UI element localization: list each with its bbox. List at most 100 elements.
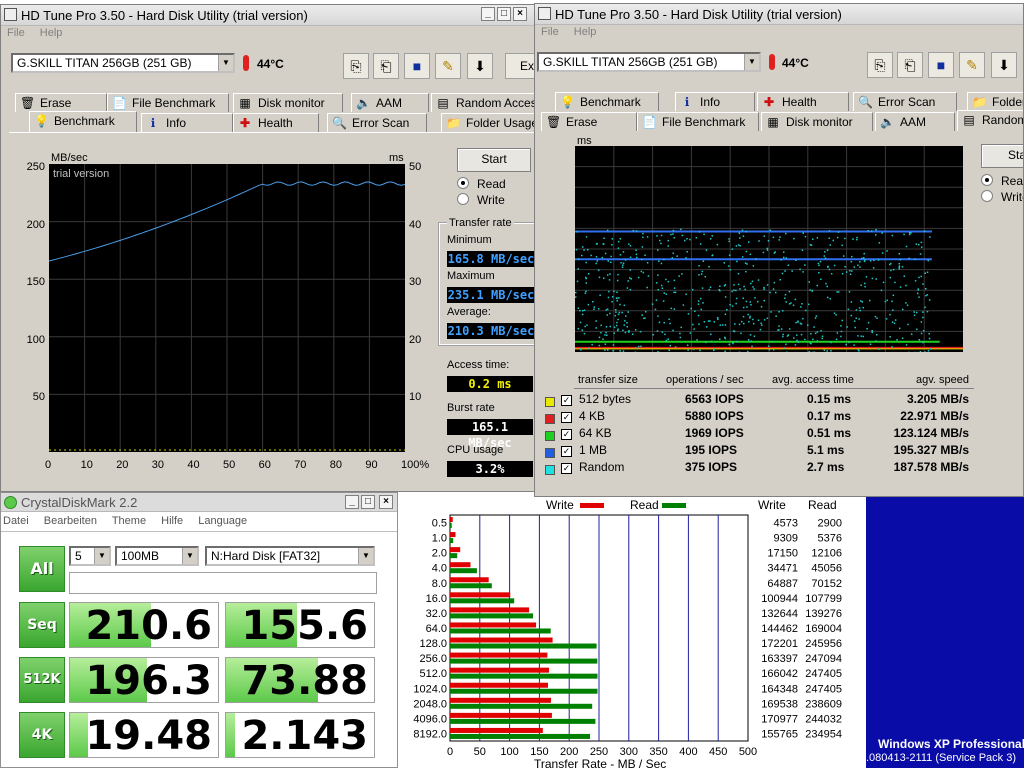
tab-error-scan[interactable]: 🔍Error Scan	[327, 113, 427, 132]
category-label: 4096.0	[413, 713, 447, 725]
random-point	[675, 346, 677, 348]
close-button[interactable]: ×	[513, 7, 527, 21]
4k-button[interactable]: 4K	[19, 712, 65, 758]
series-checkbox[interactable]: ✓	[561, 463, 572, 474]
random-point	[618, 314, 620, 316]
random-point	[662, 288, 664, 290]
random-point	[585, 262, 587, 264]
512k-button[interactable]: 512K	[19, 657, 65, 703]
tab-random-access[interactable]: ▤Random Access	[431, 93, 536, 112]
start-button[interactable]: Start	[981, 144, 1024, 168]
tab-erase[interactable]: 🗑Erase	[541, 112, 637, 131]
copy-all-icon[interactable]: ⎗	[373, 53, 399, 79]
write-radio[interactable]: Write	[981, 190, 1024, 204]
title-bar[interactable]: HD Tune Pro 3.50 - Hard Disk Utility (tr…	[1, 5, 535, 26]
random-point	[812, 238, 814, 240]
random-point	[921, 333, 923, 335]
random-point	[602, 339, 604, 341]
series-checkbox[interactable]: ✓	[561, 395, 572, 406]
exit-button[interactable]: Exit	[505, 53, 536, 79]
header-access-time: avg. access time	[772, 374, 854, 386]
tab-benchmark[interactable]: 💡Benchmark	[555, 92, 659, 111]
size-select[interactable]: 100MB ▼	[115, 546, 199, 566]
save-icon[interactable]: ■	[404, 53, 430, 79]
x-tick-label: 20	[116, 459, 128, 471]
random-point	[664, 292, 666, 294]
random-point	[929, 236, 931, 238]
all-button[interactable]: All	[19, 546, 65, 592]
random-point	[717, 317, 719, 319]
menu-language[interactable]: Language	[198, 515, 247, 527]
read-radio[interactable]: Read	[981, 174, 1024, 188]
title-bar[interactable]: CrystalDiskMark 2.2 _ □ ×	[1, 493, 397, 512]
options-icon[interactable]: ✎	[959, 52, 985, 78]
maximize-button[interactable]: □	[497, 7, 511, 21]
save-icon[interactable]: ■	[928, 52, 954, 78]
random-point	[918, 277, 920, 279]
seq-button[interactable]: Seq	[19, 602, 65, 648]
copy-icon[interactable]: ⎘	[867, 52, 893, 78]
count-select[interactable]: 5 ▼	[69, 546, 111, 566]
minimize-button[interactable]: _	[481, 7, 495, 21]
random-point	[672, 330, 674, 332]
drive-select[interactable]: N:Hard Disk [FAT32] ▼	[205, 546, 375, 566]
random-point	[782, 336, 784, 338]
tab-aam[interactable]: 🔈AAM	[875, 112, 955, 131]
download-icon[interactable]: ⬇	[467, 53, 493, 79]
random-point	[750, 334, 752, 336]
menu-file[interactable]: File	[7, 27, 25, 39]
read-radio[interactable]: Read	[457, 177, 506, 191]
temperature-value: 44°C	[257, 57, 284, 71]
write-radio[interactable]: Write	[457, 193, 505, 207]
read-result-cell: 210.6	[69, 602, 219, 648]
random-point	[753, 323, 755, 325]
tab-benchmark[interactable]: 💡Benchmark	[29, 111, 137, 132]
maximize-button[interactable]: □	[361, 495, 375, 509]
random-point	[800, 306, 802, 308]
tab-info[interactable]: ℹInfo	[675, 92, 755, 111]
random-point	[829, 230, 831, 232]
minimize-button[interactable]: _	[345, 495, 359, 509]
options-icon[interactable]: ✎	[435, 53, 461, 79]
drive-select[interactable]: G.SKILL TITAN 256GB (251 GB) ▼	[537, 52, 761, 72]
tab-random-access[interactable]: ▤Random Access	[957, 110, 1024, 131]
random-point	[810, 333, 812, 335]
tab-aam[interactable]: 🔈AAM	[351, 93, 429, 112]
random-point	[921, 246, 923, 248]
random-point	[767, 249, 769, 251]
series-checkbox[interactable]: ✓	[561, 412, 572, 423]
tab-health[interactable]: ✚Health	[757, 92, 849, 111]
tab-folder-usage[interactable]: 📁Folder Usage	[967, 92, 1024, 111]
series-checkbox[interactable]: ✓	[561, 429, 572, 440]
menu-bearbeiten[interactable]: Bearbeiten	[44, 515, 97, 527]
tab-info[interactable]: ℹInfo	[141, 113, 233, 132]
menu-theme[interactable]: Theme	[112, 515, 146, 527]
drive-select[interactable]: G.SKILL TITAN 256GB (251 GB) ▼	[11, 53, 235, 73]
table-row: ✓4 KB5880 IOPS0.17 ms22.971 MB/s	[545, 409, 975, 426]
start-button[interactable]: Start	[457, 148, 531, 172]
random-point	[745, 271, 747, 273]
tab-erase[interactable]: 🗑Erase	[15, 93, 107, 112]
random-point	[679, 333, 681, 335]
tab-disk-monitor[interactable]: ▦Disk monitor	[233, 93, 343, 112]
download-icon[interactable]: ⬇	[991, 52, 1017, 78]
copy-icon[interactable]: ⎘	[343, 53, 369, 79]
copy-all-icon[interactable]: ⎗	[897, 52, 923, 78]
close-button[interactable]: ×	[379, 495, 393, 509]
tab-file-benchmark[interactable]: 📄File Benchmark	[107, 93, 229, 112]
menu-datei[interactable]: Datei	[3, 515, 29, 527]
tab-error-scan[interactable]: 🔍Error Scan	[853, 92, 957, 111]
title-bar[interactable]: HD Tune Pro 3.50 - Hard Disk Utility (tr…	[535, 4, 1023, 25]
tab-folder-usage[interactable]: 📁Folder Usage	[441, 113, 536, 132]
menu-file[interactable]: File	[541, 26, 559, 38]
tab-file-benchmark[interactable]: 📄File Benchmark	[637, 112, 759, 131]
menu-help[interactable]: Help	[574, 26, 597, 38]
menu-help[interactable]: Help	[40, 27, 63, 39]
menu-hilfe[interactable]: Hilfe	[161, 515, 183, 527]
random-point	[830, 342, 832, 344]
tab-label: Info	[166, 116, 186, 130]
random-point	[789, 291, 791, 293]
tab-health[interactable]: ✚Health	[233, 113, 319, 132]
tab-disk-monitor[interactable]: ▦Disk monitor	[761, 112, 873, 131]
series-checkbox[interactable]: ✓	[561, 446, 572, 457]
